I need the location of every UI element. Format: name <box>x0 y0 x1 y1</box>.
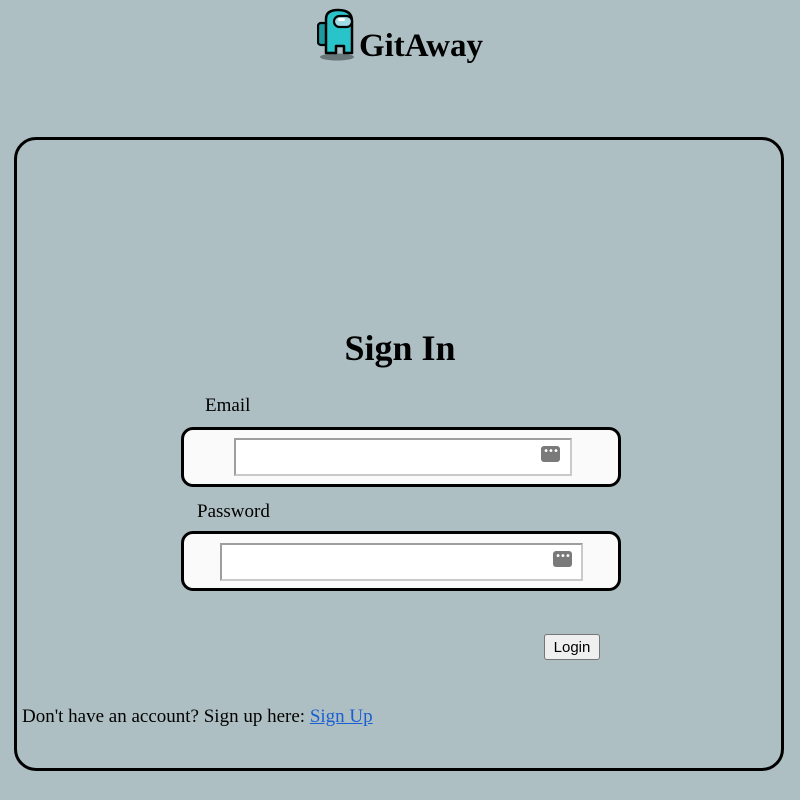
signup-link[interactable]: Sign Up <box>310 706 373 727</box>
login-button[interactable]: Login <box>544 634 600 660</box>
signup-prompt-text: Don't have an account? Sign up here: <box>22 706 310 727</box>
password-manager-icon[interactable]: ••• <box>541 446 560 462</box>
signup-prompt: Don't have an account? Sign up here: Sig… <box>22 706 373 729</box>
password-input[interactable] <box>220 543 583 581</box>
brand-header: GitAway <box>0 6 800 63</box>
password-manager-icon[interactable]: ••• <box>553 551 572 567</box>
password-label: Password <box>197 501 270 522</box>
page-title: Sign In <box>344 328 456 368</box>
email-label: Email <box>205 395 251 416</box>
page: GitAway Sign In Email ••• Password ••• L… <box>0 0 800 800</box>
brand-name: GitAway <box>358 28 484 64</box>
email-field-container: ••• <box>181 427 621 487</box>
crewmate-icon <box>316 8 354 60</box>
password-field-container: ••• <box>181 531 621 591</box>
email-input[interactable] <box>234 438 572 476</box>
